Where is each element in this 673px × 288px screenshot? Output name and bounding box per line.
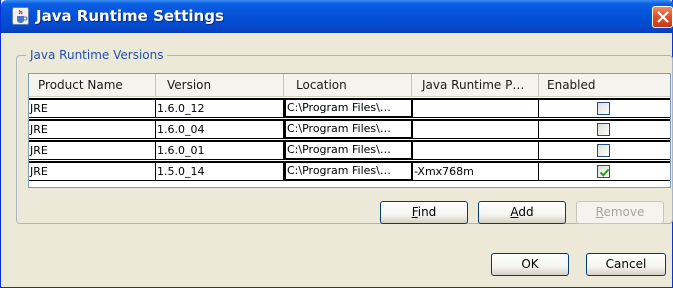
cell-location[interactable]: C:\Program Files\…	[284, 140, 413, 160]
cell-parameters[interactable]	[413, 121, 539, 138]
ok-button[interactable]: OK	[491, 253, 569, 276]
remove-button[interactable]: Remove	[576, 201, 664, 224]
add-button[interactable]: Add	[478, 201, 566, 224]
group-label: Java Runtime Versions	[26, 48, 168, 62]
cell-parameters[interactable]: -Xmx768m	[413, 163, 539, 180]
cell-location[interactable]: C:\Program Files\…	[284, 98, 413, 118]
cell-product-name: JRE	[29, 142, 156, 159]
cell-product-name: JRE	[29, 121, 156, 138]
jre-table[interactable]: Product Name Version Location Java Runti…	[28, 73, 671, 188]
cell-version: 1.6.0_01	[156, 142, 284, 159]
cell-version: 1.6.0_04	[156, 121, 284, 138]
close-button[interactable]	[652, 6, 673, 28]
remove-label: emove	[603, 205, 645, 219]
table-row[interactable]: JRE 1.5.0_14 C:\Program Files\… -Xmx768m	[29, 161, 670, 181]
add-label: dd	[518, 205, 534, 219]
title-bar[interactable]: Java Runtime Settings	[1, 0, 673, 33]
cell-location[interactable]: C:\Program Files\…	[284, 119, 413, 139]
find-button[interactable]: Find	[380, 201, 468, 224]
table-header: Product Name Version Location Java Runti…	[29, 74, 670, 97]
table-row[interactable]: JRE 1.6.0_01 C:\Program Files\…	[29, 140, 670, 160]
enabled-checkbox[interactable]	[597, 165, 610, 178]
find-label: ind	[417, 205, 437, 219]
checkmark-icon	[599, 168, 610, 177]
table-row[interactable]: JRE 1.6.0_04 C:\Program Files\…	[29, 119, 670, 139]
cell-product-name: JRE	[29, 163, 156, 180]
cell-version: 1.5.0_14	[156, 163, 284, 180]
cell-parameters[interactable]	[413, 100, 539, 117]
enabled-checkbox[interactable]	[597, 144, 610, 157]
column-header-location[interactable]: Location	[284, 74, 412, 97]
table-row[interactable]: JRE 1.6.0_12 C:\Program Files\…	[29, 98, 670, 118]
column-header-enabled[interactable]: Enabled	[539, 74, 670, 97]
column-header-product-name[interactable]: Product Name	[29, 74, 156, 97]
enabled-checkbox[interactable]	[597, 102, 610, 115]
cancel-button[interactable]: Cancel	[586, 253, 666, 276]
column-header-java-runtime-parameters[interactable]: Java Runtime P…	[412, 74, 539, 97]
cell-location[interactable]: C:\Program Files\…	[284, 161, 413, 181]
enabled-checkbox[interactable]	[597, 123, 610, 136]
cell-parameters[interactable]	[413, 142, 539, 159]
column-header-version[interactable]: Version	[156, 74, 284, 97]
window-title: Java Runtime Settings	[36, 7, 224, 25]
java-runtime-settings-dialog: Java Runtime Settings Java Runtime Versi…	[0, 0, 673, 288]
close-icon	[657, 11, 669, 23]
cell-version: 1.6.0_12	[156, 100, 284, 117]
cell-product-name: JRE	[29, 100, 156, 117]
java-cup-icon	[12, 7, 29, 25]
